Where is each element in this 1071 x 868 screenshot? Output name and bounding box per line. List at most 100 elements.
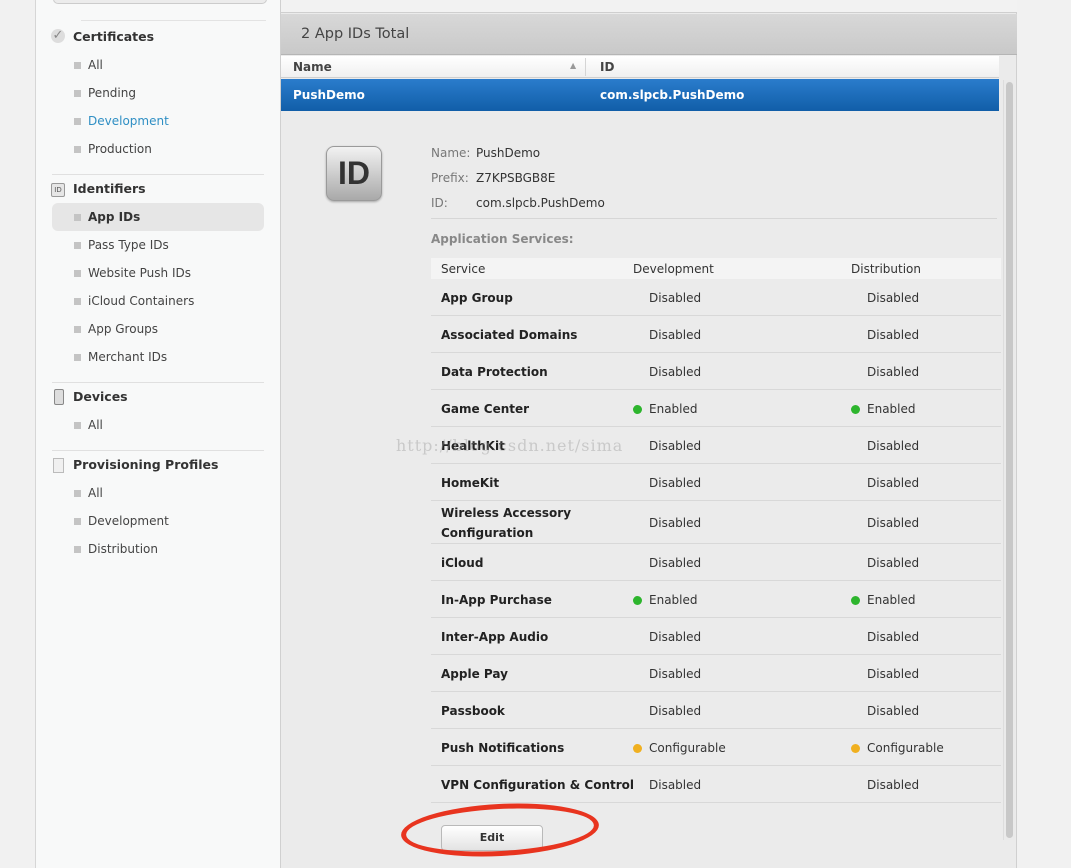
services-title: Application Services:	[431, 232, 574, 246]
service-name: Data Protection	[441, 364, 548, 379]
table-row-selected[interactable]: PushDemo com.slpcb.PushDemo	[281, 79, 999, 111]
device-icon	[54, 389, 64, 405]
row-id: com.slpcb.PushDemo	[600, 88, 745, 102]
sidebar-item[interactable]: All	[52, 51, 264, 79]
distribution-status: Disabled	[867, 778, 919, 792]
distribution-status-text: Disabled	[867, 629, 920, 644]
header-service: Service	[441, 262, 486, 276]
development-status-text: Enabled	[649, 401, 698, 416]
sidebar-item[interactable]: Merchant IDs	[52, 343, 264, 371]
sort-ascending-icon[interactable]: ▲	[570, 61, 576, 70]
certificate-icon: ✓	[51, 28, 65, 43]
service-name: Passbook	[441, 703, 505, 718]
development-status-text: Disabled	[649, 777, 702, 792]
sidebar-item[interactable]: Distribution	[52, 535, 264, 563]
service-row: Game Center Enabled Enabled	[431, 390, 1001, 427]
sidebar-item[interactable]: Development	[52, 507, 264, 535]
scrollbar-thumb[interactable]	[1006, 82, 1013, 838]
name-label: Name:	[431, 146, 471, 160]
service-row: iCloud Disabled Disabled	[431, 544, 1001, 581]
status-dot-icon	[633, 743, 642, 753]
section-1-title[interactable]: Identifiers	[73, 181, 146, 196]
sidebar-item[interactable]: Pass Type IDs	[52, 231, 264, 259]
status-dot-icon	[633, 404, 642, 414]
development-status-text: Disabled	[649, 475, 702, 490]
distribution-status-text: Disabled	[867, 290, 920, 305]
divider	[52, 174, 264, 175]
detail-id: ID: com.slpcb.PushDemo	[431, 196, 605, 210]
distribution-status: Enabled	[851, 402, 916, 416]
distribution-status: Disabled	[867, 704, 919, 718]
service-row: Data Protection Disabled Disabled	[431, 353, 1001, 390]
section-3-title[interactable]: Provisioning Profiles	[73, 457, 218, 472]
sidebar-item[interactable]: Pending	[52, 79, 264, 107]
detail-name: Name: PushDemo	[431, 146, 540, 160]
development-status: Disabled	[649, 328, 701, 342]
section-0-title[interactable]: Certificates	[73, 29, 154, 44]
table-header: Name ▲ ID	[281, 56, 999, 78]
service-name: Apple Pay	[441, 666, 508, 681]
service-name: HomeKit	[441, 475, 500, 490]
distribution-status: Disabled	[867, 516, 919, 530]
column-separator	[585, 58, 586, 76]
development-status-text: Enabled	[649, 592, 698, 607]
development-status-text: Disabled	[649, 327, 702, 342]
distribution-status-text: Disabled	[867, 475, 920, 490]
distribution-status-text: Disabled	[867, 327, 920, 342]
distribution-status-text: Enabled	[867, 592, 916, 607]
development-status: Enabled	[633, 401, 698, 416]
sidebar-item[interactable]: All	[52, 411, 264, 439]
development-status-text: Disabled	[649, 515, 702, 530]
app-id-icon: ID	[326, 146, 382, 201]
service-row: Apple Pay Disabled Disabled	[431, 655, 1001, 692]
section-2-title[interactable]: Devices	[73, 389, 128, 404]
development-status: Disabled	[649, 630, 701, 644]
status-dot-icon	[851, 743, 860, 753]
sidebar-item[interactable]: App Groups	[52, 315, 264, 343]
divider	[52, 450, 264, 451]
divider	[81, 20, 266, 21]
sidebar-item[interactable]: Production	[52, 135, 264, 163]
service-row: Wireless Accessory Configuration Disable…	[431, 501, 1001, 544]
service-row: Associated Domains Disabled Disabled	[431, 316, 1001, 353]
column-id[interactable]: ID	[600, 60, 614, 74]
development-status: Disabled	[649, 556, 701, 570]
scrollbar[interactable]	[1003, 80, 1015, 840]
total-count: 2 App IDs Total	[301, 26, 410, 42]
service-name: Game Center	[441, 401, 530, 416]
prefix-label: Prefix:	[431, 171, 469, 185]
distribution-status: Disabled	[867, 328, 919, 342]
row-name: PushDemo	[293, 88, 365, 102]
sidebar-item[interactable]: App IDs	[52, 203, 264, 231]
development-status-text: Disabled	[649, 666, 702, 681]
service-name: Wireless Accessory Configuration	[441, 506, 572, 540]
distribution-status: Disabled	[867, 556, 919, 570]
development-status-text: Disabled	[649, 703, 702, 718]
sidebar-item[interactable]: All	[52, 479, 264, 507]
distribution-status-text: Disabled	[867, 777, 920, 792]
development-status-text: Configurable	[649, 740, 726, 755]
development-status-text: Disabled	[649, 555, 702, 570]
distribution-status-text: Disabled	[867, 515, 920, 530]
development-status: Disabled	[649, 704, 701, 718]
id-value: com.slpcb.PushDemo	[476, 196, 605, 210]
development-status: Disabled	[649, 439, 701, 453]
service-row: In-App Purchase Enabled Enabled	[431, 581, 1001, 618]
development-status-text: Disabled	[649, 438, 702, 453]
service-name: Inter-App Audio	[441, 629, 549, 644]
development-status: Disabled	[649, 476, 701, 490]
sidebar-item[interactable]: Website Push IDs	[52, 259, 264, 287]
sidebar-item[interactable]: iCloud Containers	[52, 287, 264, 315]
service-name: Associated Domains	[441, 327, 578, 342]
sidebar-item[interactable]: Development	[52, 107, 264, 135]
header-distribution: Distribution	[851, 262, 922, 276]
top-strip	[281, 0, 1017, 13]
divider	[52, 382, 264, 383]
service-name: VPN Configuration & Control	[441, 777, 635, 792]
search-field[interactable]	[53, 0, 267, 4]
list-header-band: 2 App IDs Total	[281, 14, 1017, 55]
service-name: In-App Purchase	[441, 592, 552, 607]
column-name[interactable]: Name	[293, 60, 332, 74]
distribution-status: Disabled	[867, 630, 919, 644]
distribution-status-text: Disabled	[867, 666, 920, 681]
